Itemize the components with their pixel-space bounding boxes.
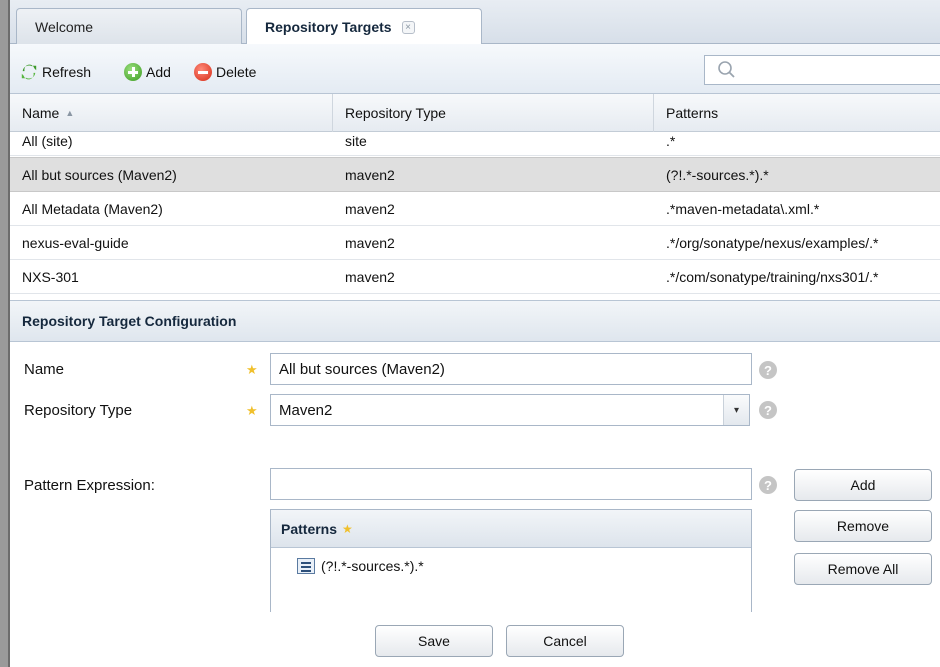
repository-type-label: Repository Type xyxy=(24,402,133,419)
search-input[interactable] xyxy=(704,55,940,85)
column-header-type-label: Repository Type xyxy=(345,105,446,121)
tab-repository-targets-label: Repository Targets xyxy=(265,19,392,35)
tab-welcome-label: Welcome xyxy=(35,18,94,35)
list-item[interactable]: (?!.*-sources.*).* xyxy=(297,558,424,574)
config-panel: Name ★ All but sources (Maven2) ? Reposi… xyxy=(10,342,940,667)
cell-patterns: .*/com/sonatype/training/nxs301/.* xyxy=(666,269,879,285)
sort-ascending-icon: ▲ xyxy=(65,108,75,118)
table-row[interactable]: All (site) site .* xyxy=(10,132,940,156)
cell-name: All Metadata (Maven2) xyxy=(22,201,163,217)
delete-button[interactable]: Delete xyxy=(194,61,256,83)
remove-pattern-button[interactable]: Remove xyxy=(794,510,932,542)
required-star-icon: ★ xyxy=(246,362,258,377)
repository-type-select[interactable]: Maven2 ▾ xyxy=(270,394,750,426)
delete-icon xyxy=(194,63,212,81)
tab-repository-targets[interactable]: Repository Targets × xyxy=(246,8,482,45)
patterns-list: Patterns ★ (?!.*-sources.*).* xyxy=(270,509,752,612)
cell-name: All (site) xyxy=(22,133,73,149)
refresh-icon xyxy=(21,64,37,80)
add-icon xyxy=(124,63,142,81)
delete-label: Delete xyxy=(216,64,257,80)
refresh-label: Refresh xyxy=(42,64,92,80)
save-button[interactable]: Save xyxy=(375,625,493,657)
cell-name: All but sources (Maven2) xyxy=(22,166,177,183)
table-row-selected[interactable]: All but sources (Maven2) maven2 (?!.*-so… xyxy=(10,157,940,192)
name-label: Name xyxy=(24,361,65,378)
cell-patterns: (?!.*-sources.*).* xyxy=(666,166,769,183)
add-pattern-button[interactable]: Add xyxy=(794,469,932,501)
pattern-expression-input[interactable] xyxy=(270,468,752,500)
refresh-button[interactable]: Refresh xyxy=(20,61,91,83)
help-icon[interactable]: ? xyxy=(759,361,777,379)
cell-type: maven2 xyxy=(345,269,395,285)
app-window: Welcome Repository Targets × Refresh Add… xyxy=(0,0,940,667)
table-row[interactable]: All Metadata (Maven2) maven2 .*maven-met… xyxy=(10,193,940,226)
list-icon xyxy=(297,558,315,574)
add-button[interactable]: Add xyxy=(124,61,171,83)
help-icon[interactable]: ? xyxy=(759,401,777,419)
column-header-patterns[interactable]: Patterns xyxy=(654,94,940,132)
patterns-list-header: Patterns ★ xyxy=(271,510,751,548)
column-header-patterns-label: Patterns xyxy=(666,105,719,121)
table-row[interactable]: nexus-eval-guide maven2 .*/org/sonatype/… xyxy=(10,227,940,260)
patterns-list-title: Patterns xyxy=(281,520,338,537)
name-field-value: All but sources (Maven2) xyxy=(279,360,445,378)
tab-strip: Welcome Repository Targets × xyxy=(10,0,940,45)
tab-welcome[interactable]: Welcome xyxy=(16,8,242,44)
repository-type-value: Maven2 xyxy=(279,401,333,419)
required-star-icon: ★ xyxy=(246,403,258,418)
table-row[interactable]: NXS-301 maven2 .*/com/sonatype/training/… xyxy=(10,261,940,294)
cell-type: maven2 xyxy=(345,166,395,183)
grid-header: Name ▲ Repository Type Patterns xyxy=(10,94,940,132)
column-header-repository-type[interactable]: Repository Type xyxy=(333,94,654,132)
help-icon[interactable]: ? xyxy=(759,476,777,494)
chevron-down-icon[interactable]: ▾ xyxy=(723,395,749,425)
column-header-name[interactable]: Name ▲ xyxy=(10,94,333,132)
cell-type: site xyxy=(345,133,367,149)
cancel-button[interactable]: Cancel xyxy=(506,625,624,657)
pattern-expression-label: Pattern Expression: xyxy=(24,477,155,494)
close-icon[interactable]: × xyxy=(401,20,415,34)
cell-patterns: .* xyxy=(666,133,676,149)
config-panel-title: Repository Target Configuration xyxy=(10,300,940,342)
add-label: Add xyxy=(146,64,171,80)
toolbar: Refresh Add Delete xyxy=(10,44,940,94)
required-star-icon: ★ xyxy=(342,521,353,536)
column-header-name-label: Name xyxy=(22,105,60,121)
name-field[interactable]: All but sources (Maven2) xyxy=(270,353,752,385)
cell-type: maven2 xyxy=(345,235,395,251)
cell-patterns: .*maven-metadata\.xml.* xyxy=(666,201,820,217)
cell-name: NXS-301 xyxy=(22,269,79,285)
left-panel-border xyxy=(0,0,10,667)
pattern-item-label: (?!.*-sources.*).* xyxy=(321,558,424,574)
search-icon xyxy=(718,61,735,78)
cell-name: nexus-eval-guide xyxy=(22,235,129,251)
cell-patterns: .*/org/sonatype/nexus/examples/.* xyxy=(666,235,879,251)
cell-type: maven2 xyxy=(345,201,395,217)
remove-all-patterns-button[interactable]: Remove All xyxy=(794,553,932,585)
